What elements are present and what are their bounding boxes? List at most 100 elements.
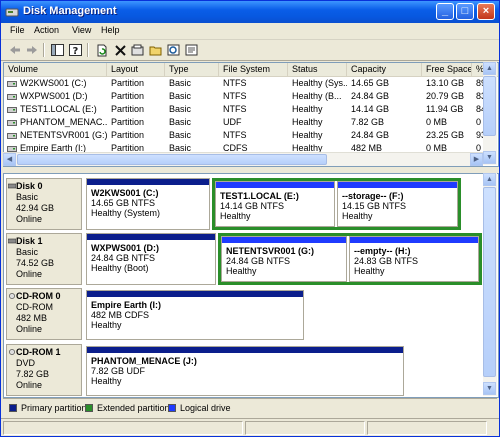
table-cell: Partition bbox=[107, 103, 165, 116]
partition-name: Empire Earth (I:) bbox=[91, 300, 162, 310]
partition-j[interactable]: PHANTOM_MENACE (J:) 7.82 GB UDF Healthy bbox=[86, 346, 404, 396]
cell-fs: NTFS bbox=[223, 91, 247, 101]
disk-1-label[interactable]: Disk 1 Basic 74.52 GB Online bbox=[6, 233, 82, 285]
forward-arrow-icon[interactable] bbox=[24, 42, 40, 58]
disk-name: CD-ROM 0 bbox=[16, 291, 61, 301]
menu-action[interactable]: Action bbox=[34, 25, 59, 35]
column-header-type[interactable]: Type bbox=[165, 63, 219, 76]
refresh-icon[interactable] bbox=[94, 42, 110, 58]
toolbar-separator bbox=[87, 43, 89, 57]
scroll-thumb[interactable] bbox=[483, 76, 496, 136]
partition-h[interactable]: --empty-- (H:) 24.83 GB NTFS Healthy bbox=[349, 236, 479, 282]
disk-view-vertical-scrollbar[interactable]: ▲ ▼ bbox=[483, 173, 497, 396]
table-cell: Partition bbox=[107, 129, 165, 142]
volume-list-horizontal-scrollbar[interactable]: ◀ ▶ bbox=[3, 152, 483, 166]
volume-icon bbox=[7, 94, 17, 100]
disk-state: Online bbox=[16, 269, 43, 279]
table-row[interactable]: TEST1.LOCAL (E:) Partition Basic NTFS Health… bbox=[4, 103, 498, 116]
cd-drive-icon bbox=[9, 293, 15, 299]
table-cell: NTFS bbox=[219, 90, 288, 103]
cell-capacity: 14.65 GB bbox=[351, 78, 390, 88]
disk-size: 74.52 GB bbox=[16, 258, 55, 268]
cdrom-0-label[interactable]: CD-ROM 0 CD-ROM 482 MB Online bbox=[6, 288, 82, 340]
legend-swatch-logical bbox=[168, 404, 176, 412]
column-header-free-space[interactable]: Free Space bbox=[422, 63, 472, 76]
cell-type: Basic bbox=[169, 130, 192, 140]
table-row[interactable]: NETENTSVR001 (G:) Partition Basic NTFS Healt… bbox=[4, 129, 498, 142]
cell-fs: NTFS bbox=[223, 104, 247, 114]
primary-partition-bar bbox=[87, 234, 215, 240]
volume-list-vertical-scrollbar[interactable]: ▲ ▼ bbox=[483, 62, 497, 165]
title-bar[interactable]: Disk Management _ □ × bbox=[1, 1, 499, 23]
partition-detail: 14.14 GB NTFS bbox=[220, 201, 285, 211]
cell-status: Healthy (Sys... bbox=[292, 78, 347, 88]
partition-c[interactable]: W2KWS001 (C:) 14.65 GB NTFS Healthy (Sys… bbox=[86, 178, 210, 230]
cell-status: Healthy bbox=[292, 117, 323, 127]
partition-detail: 24.84 GB NTFS bbox=[91, 253, 156, 263]
table-cell: NTFS bbox=[219, 103, 288, 116]
primary-partition-bar bbox=[87, 179, 209, 185]
menu-file[interactable]: File bbox=[10, 25, 25, 35]
explore-icon[interactable] bbox=[165, 42, 181, 58]
partition-status: Healthy bbox=[342, 211, 373, 221]
partition-g[interactable]: NETENTSVR001 (G:) 24.84 GB NTFS Healthy bbox=[221, 236, 347, 282]
disk-management-icon bbox=[5, 8, 19, 17]
menu-help[interactable]: Help bbox=[101, 25, 120, 35]
column-header-file-system[interactable]: File System bbox=[219, 63, 288, 76]
partition-detail: 14.15 GB NTFS bbox=[342, 201, 407, 211]
table-cell: Healthy bbox=[288, 116, 347, 129]
table-cell: Healthy bbox=[288, 103, 347, 116]
delete-icon[interactable] bbox=[112, 42, 128, 58]
primary-partition-bar bbox=[87, 347, 403, 353]
table-row[interactable]: WXPWS001 (D:) Partition Basic NTFS Healthy (… bbox=[4, 90, 498, 103]
partition-i[interactable]: Empire Earth (I:) 482 MB CDFS Healthy bbox=[86, 290, 304, 340]
partition-status: Healthy bbox=[91, 320, 122, 330]
scroll-thumb[interactable] bbox=[17, 154, 327, 165]
scroll-right-button[interactable]: ▶ bbox=[470, 153, 483, 166]
column-header-volume[interactable]: Volume bbox=[4, 63, 107, 76]
scroll-down-button[interactable]: ▼ bbox=[483, 151, 496, 164]
cell-fs: NTFS bbox=[223, 78, 247, 88]
show-tree-icon[interactable] bbox=[49, 42, 65, 58]
cell-layout: Partition bbox=[111, 130, 145, 140]
disk-0-label[interactable]: Disk 0 Basic 42.94 GB Online bbox=[6, 178, 82, 230]
status-pane bbox=[3, 421, 243, 435]
help-topics-icon[interactable] bbox=[183, 42, 199, 58]
properties-icon[interactable] bbox=[129, 42, 145, 58]
cell-volume: NETENTSVR001 (G:) bbox=[20, 130, 107, 140]
cell-free: 20.79 GB bbox=[426, 91, 465, 101]
table-row[interactable]: W2KWS001 (C:) Partition Basic NTFS Healthy (… bbox=[4, 77, 498, 90]
scroll-up-button[interactable]: ▲ bbox=[483, 62, 496, 75]
disk-size: 7.82 GB bbox=[16, 369, 50, 379]
cell-capacity: 14.14 GB bbox=[351, 104, 390, 114]
table-row[interactable]: PHANTOM_MENAC... Partition Basic UDF Healthy… bbox=[4, 116, 498, 129]
cdrom-1-label[interactable]: CD-ROM 1 DVD 7.82 GB Online bbox=[6, 344, 82, 396]
scroll-left-button[interactable]: ◀ bbox=[3, 153, 16, 166]
scroll-up-button[interactable]: ▲ bbox=[483, 173, 496, 186]
partition-d[interactable]: WXPWS001 (D:) 24.84 GB NTFS Healthy (Boo… bbox=[86, 233, 216, 285]
disk-type: Basic bbox=[16, 192, 39, 202]
disk-row-0: Disk 0 Basic 42.94 GB Online W2KWS001 (C… bbox=[4, 178, 498, 230]
column-header-layout[interactable]: Layout bbox=[107, 63, 165, 76]
minimize-button[interactable]: _ bbox=[436, 3, 454, 20]
cell-type: Basic bbox=[169, 78, 192, 88]
partition-e[interactable]: TEST1.LOCAL (E:) 14.14 GB NTFS Healthy bbox=[215, 181, 335, 227]
partition-f[interactable]: --storage-- (F:) 14.15 GB NTFS Healthy bbox=[337, 181, 458, 227]
menu-view[interactable]: View bbox=[72, 25, 91, 35]
scroll-down-button[interactable]: ▼ bbox=[483, 382, 496, 395]
open-icon[interactable] bbox=[147, 42, 163, 58]
partition-detail: 14.65 GB NTFS bbox=[91, 198, 156, 208]
column-header-capacity[interactable]: Capacity bbox=[347, 63, 422, 76]
column-header-status[interactable]: Status bbox=[288, 63, 347, 76]
cell-layout: Partition bbox=[111, 78, 145, 88]
maximize-button[interactable]: □ bbox=[456, 3, 474, 20]
help-icon[interactable]: ? bbox=[67, 42, 83, 58]
back-arrow-icon[interactable] bbox=[7, 42, 23, 58]
cell-capacity: 7.82 GB bbox=[351, 117, 385, 127]
cell-volume: WXPWS001 (D:) bbox=[20, 91, 88, 101]
table-cell: 14.14 GB bbox=[347, 103, 422, 116]
scroll-thumb[interactable] bbox=[483, 187, 496, 377]
legend-label: Extended partition bbox=[97, 403, 170, 413]
dvd-drive-icon bbox=[9, 349, 15, 355]
close-button[interactable]: × bbox=[477, 3, 495, 20]
